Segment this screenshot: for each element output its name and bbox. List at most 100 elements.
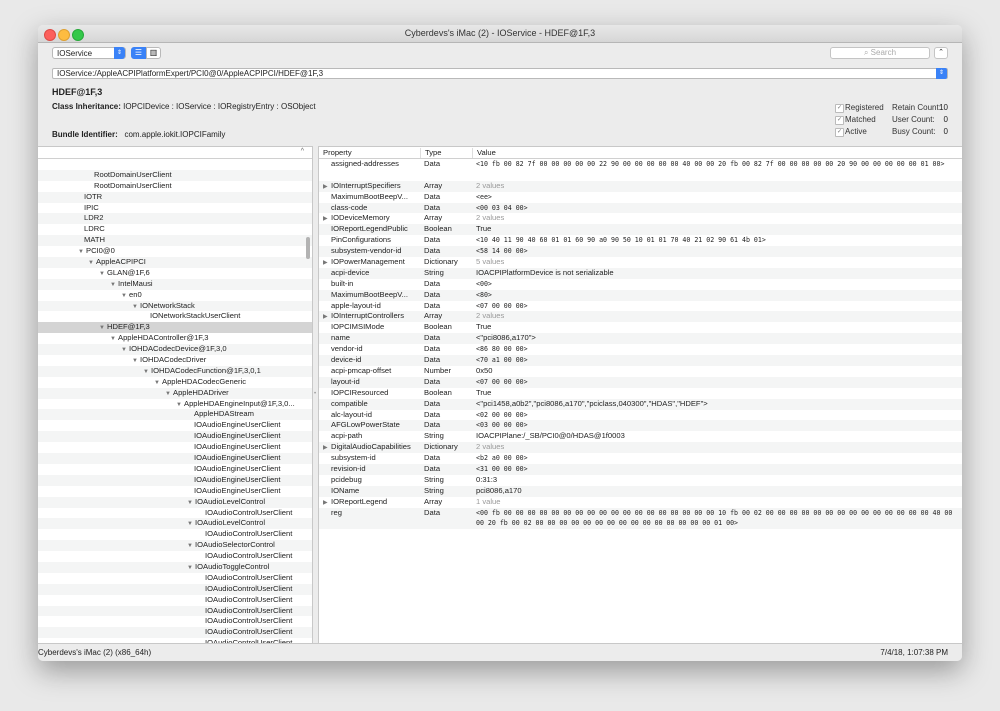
tree-header[interactable]: ^: [38, 147, 312, 159]
disclosure-triangle-icon[interactable]: ▼: [99, 269, 107, 279]
tree-row[interactable]: ▼ IOHDACodecFunction@1F,3,0,1: [38, 365, 312, 377]
table-row[interactable]: subsystem-vendor-id Data <58 14 00 00>: [319, 246, 962, 258]
disclosure-triangle-icon[interactable]: ▼: [187, 519, 195, 529]
tree-row[interactable]: IOAudioControlUserClient: [38, 529, 312, 540]
tree-row[interactable]: IOAudioControlUserClient: [38, 583, 312, 595]
table-row[interactable]: reg Data <00 fb 00 00 00 00 00 00 00 00 00…: [319, 507, 962, 530]
tree-row[interactable]: ▼ IOAudioSelectorControl: [38, 540, 312, 552]
tree-row[interactable]: [38, 159, 312, 170]
table-row[interactable]: name Data <"pci8086,a170">: [319, 333, 962, 345]
tree-row[interactable]: ▼ IntelMausi: [38, 278, 312, 290]
tree-row[interactable]: MATH: [38, 235, 312, 247]
table-row[interactable]: PinConfigurations Data <10 40 11 90 40 60 …: [319, 235, 962, 246]
table-row[interactable]: ▶ IOPowerManagement Dictionary 5 values: [319, 257, 962, 268]
tree-row[interactable]: IOAudioEngineUserClient: [38, 486, 312, 497]
table-row[interactable]: ▶ DigitalAudioCapabilities Dictionary 2 val…: [319, 442, 962, 454]
table-row[interactable]: class-code Data <00 03 04 00>: [319, 202, 962, 214]
column-header-type[interactable]: Type: [420, 148, 473, 158]
disclosure-triangle-icon[interactable]: ▼: [176, 400, 184, 410]
column-view-button[interactable]: ▥: [146, 47, 161, 59]
tree-row[interactable]: ▼ AppleACPIPCI: [38, 257, 312, 268]
tree-row[interactable]: ▼ IONetworkStack: [38, 300, 312, 312]
table-row[interactable]: pcidebug String 0:31:3: [319, 475, 962, 486]
table-row[interactable]: IOReportLegendPublic Boolean True: [319, 224, 962, 236]
tree-row[interactable]: AppleHDAStream: [38, 409, 312, 421]
tree-row[interactable]: IOAudioEngineUserClient: [38, 453, 312, 464]
tree-row[interactable]: IOAudioControlUserClient: [38, 616, 312, 627]
table-row[interactable]: acpi-pmcap-offset Number 0x50: [319, 366, 962, 377]
tree-row[interactable]: IOAudioEngineUserClient: [38, 464, 312, 475]
tree-row[interactable]: ▼ AppleHDADriver: [38, 387, 312, 399]
table-row[interactable]: alc-layout-id Data <02 00 00 00>: [319, 410, 962, 421]
table-row[interactable]: apple-layout-id Data <07 00 00 00>: [319, 301, 962, 312]
disclosure-triangle-icon[interactable]: ▼: [154, 378, 162, 388]
tree-row[interactable]: IOAudioEngineUserClient: [38, 442, 312, 453]
tree-row[interactable]: ▼ GLAN@1F,6: [38, 268, 312, 279]
table-row[interactable]: MaximumBootBeepV... Data <ee>: [319, 192, 962, 203]
table-row[interactable]: ▶ IOInterruptControllers Array 2 values: [319, 311, 962, 323]
disclosure-triangle-icon[interactable]: ▼: [110, 334, 118, 344]
table-row[interactable]: MaximumBootBeepV... Data <80>: [319, 289, 962, 301]
tree-row[interactable]: ▼ IOAudioLevelControl: [38, 496, 312, 508]
plane-select[interactable]: IOService ⇕: [52, 47, 126, 59]
table-row[interactable]: IOPCIResourced Boolean True: [319, 388, 962, 399]
collapse-button[interactable]: ⌃: [934, 47, 948, 59]
disclosure-triangle-icon[interactable]: ▼: [187, 541, 195, 551]
table-row[interactable]: assigned-addresses Data <10 fb 00 82 7f 00…: [319, 159, 962, 181]
disclosure-triangle-icon[interactable]: ▼: [187, 498, 195, 508]
table-row[interactable]: acpi-device String IOACPIPlatformDevice is…: [319, 267, 962, 279]
tree-row[interactable]: ▼ AppleHDACodecGeneric: [38, 377, 312, 388]
tree-row[interactable]: ▼ IOAudioLevelControl: [38, 518, 312, 530]
table-row[interactable]: IOName String pci8086,a170: [319, 485, 962, 497]
tree-row[interactable]: IOAudioEngineUserClient: [38, 431, 312, 443]
table-row[interactable]: IOPCIMSIMode Boolean True: [319, 322, 962, 333]
tree-scrollbar[interactable]: [306, 237, 310, 259]
column-header-value[interactable]: Value: [472, 148, 957, 158]
tree-row[interactable]: LDRC: [38, 224, 312, 235]
disclosure-triangle-icon[interactable]: ▼: [99, 323, 107, 333]
disclosure-triangle-icon[interactable]: ▼: [78, 247, 86, 257]
disclosure-triangle-icon[interactable]: ▼: [165, 389, 173, 399]
table-row[interactable]: layout-id Data <07 00 00 00>: [319, 376, 962, 388]
disclosure-triangle-icon[interactable]: ▼: [132, 302, 140, 312]
table-row[interactable]: compatible Data <"pci1458,a0b2","pci8086,a…: [319, 398, 962, 410]
tree-row[interactable]: IOAudioControlUserClient: [38, 605, 312, 617]
tree-row[interactable]: ▼ PCI0@0: [38, 246, 312, 257]
tree-row[interactable]: IOAudioControlUserClient: [38, 627, 312, 639]
tree-row[interactable]: IOAudioEngineUserClient: [38, 420, 312, 431]
disclosure-triangle-icon[interactable]: ▼: [121, 345, 129, 355]
search-field[interactable]: ⌕ Search: [830, 47, 930, 59]
tree-row[interactable]: LDR2: [38, 213, 312, 225]
disclosure-triangle-icon[interactable]: ▼: [121, 291, 129, 301]
table-row[interactable]: built-in Data <00>: [319, 279, 962, 290]
path-field[interactable]: IOService:/AppleACPIPlatformExpert/PCI0@…: [52, 68, 948, 79]
table-row[interactable]: revision-id Data <31 00 00 00>: [319, 463, 962, 475]
tree-row[interactable]: IPIC: [38, 203, 312, 214]
tree-row[interactable]: IOAudioEngineUserClient: [38, 474, 312, 486]
tree-row[interactable]: ▼ AppleHDAEngineInput@1F,3,0...: [38, 399, 312, 410]
disclosure-triangle-icon[interactable]: ▼: [143, 367, 151, 377]
tree-row[interactable]: ▼ AppleHDAController@1F,3: [38, 333, 312, 344]
tree-row[interactable]: IOTR: [38, 191, 312, 203]
table-row[interactable]: subsystem-id Data <b2 a0 00 00>: [319, 453, 962, 464]
table-row[interactable]: AFGLowPowerState Data <03 00 00 00>: [319, 420, 962, 432]
tree-row[interactable]: ▼ en0: [38, 290, 312, 301]
tree-row[interactable]: ▼ IOHDACodecDriver: [38, 355, 312, 366]
tree-row[interactable]: ▼ IOAudioToggleControl: [38, 561, 312, 573]
disclosure-triangle-icon[interactable]: ▼: [187, 563, 195, 573]
table-row[interactable]: ▶ IODeviceMemory Array 2 values: [319, 213, 962, 224]
disclosure-triangle-icon[interactable]: ▼: [110, 280, 118, 290]
table-row[interactable]: acpi-path String IOACPIPlane:/_SB/PCI0@0/H…: [319, 431, 962, 442]
tree-row[interactable]: IONetworkStackUserClient: [38, 311, 312, 322]
tree-row[interactable]: IOAudioControlUserClient: [38, 508, 312, 519]
tree-row[interactable]: IOAudioControlUserClient: [38, 595, 312, 606]
list-view-button[interactable]: ☰: [131, 47, 146, 59]
table-row[interactable]: ▶ IOInterruptSpecifiers Array 2 values: [319, 180, 962, 192]
table-row[interactable]: ▶ IOReportLegend Array 1 value: [319, 497, 962, 508]
properties-table[interactable]: Property Type Value assigned-addresses Da…: [319, 146, 962, 645]
registry-tree[interactable]: ^ RootDomainUserClient RootDomainUserClie…: [38, 146, 312, 645]
disclosure-triangle-icon[interactable]: ▼: [132, 356, 140, 366]
column-header-property[interactable]: Property: [319, 148, 423, 158]
disclosure-triangle-icon[interactable]: ▼: [88, 258, 96, 268]
split-view-divider[interactable]: •: [312, 146, 319, 644]
